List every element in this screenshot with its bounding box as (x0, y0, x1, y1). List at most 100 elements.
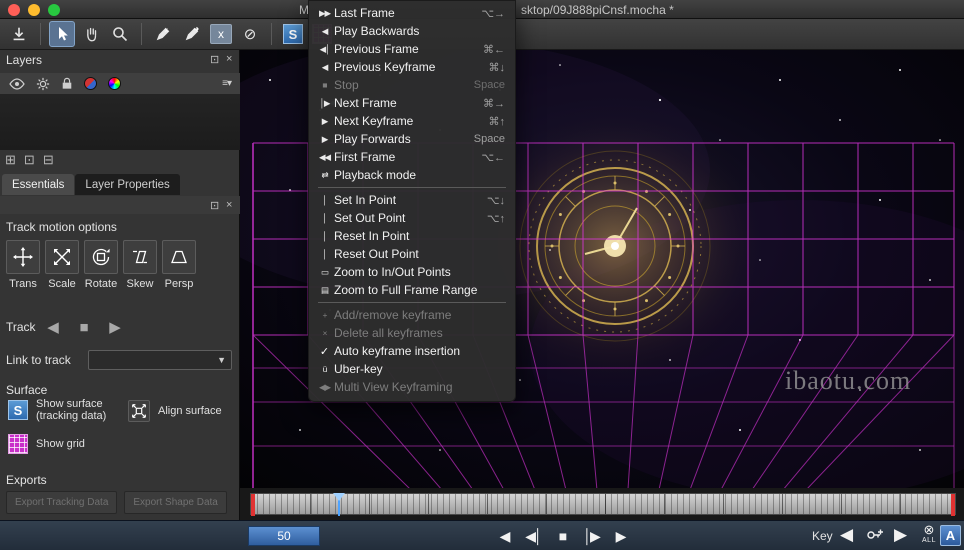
tab-layer-properties[interactable]: Layer Properties (75, 174, 180, 195)
show-surface-button[interactable]: S Show surface (tracking data) (8, 398, 106, 422)
layer-color-icon[interactable] (84, 77, 97, 90)
next-frame-button[interactable]: │▶ (581, 524, 601, 548)
stop-button[interactable]: ■ (552, 524, 572, 548)
menu-item-play-forwards[interactable]: ▶ Play Forwards Space (309, 130, 515, 148)
menu-item-next-keyframe[interactable]: ▶ Next Keyframe ⌘↑ (309, 112, 515, 130)
previous-frame-button[interactable]: ◀│ (523, 524, 543, 548)
layers-panel-header: Layers ⊡ × (0, 50, 239, 72)
out-point-marker[interactable] (951, 494, 955, 516)
menu-item-uber-key[interactable]: ü Uber-key (309, 360, 515, 378)
select-tool-button[interactable] (49, 21, 75, 47)
menu-item-set-in-point[interactable]: │ Set In Point ⌥↓ (309, 191, 515, 209)
current-frame-field[interactable]: 50 (248, 526, 320, 546)
close-panel-icon[interactable]: × (226, 199, 232, 211)
track-forwards-button[interactable]: ▶ (104, 316, 126, 338)
menu-item-zoom-to-in-out-points[interactable]: ▭ Zoom to In/Out Points (309, 263, 515, 281)
track-buttons: ◀ ■ ▶ (42, 316, 126, 338)
export-tracking-data-button[interactable]: Export Tracking Data (6, 491, 118, 514)
minimize-window-button[interactable] (28, 3, 40, 16)
stop-tracking-button[interactable]: ■ (73, 316, 95, 338)
close-window-button[interactable] (8, 3, 20, 16)
in-point-marker[interactable] (251, 494, 255, 516)
tab-essentials[interactable]: Essentials (2, 174, 75, 195)
transport-bar: 50 ◀ ◀│ ■ │▶ ▶ Key ◀ ▶ ⊗ ALL A (0, 520, 964, 550)
motion-tool-label: Scale (48, 278, 76, 290)
lock-icon[interactable] (61, 76, 73, 91)
menu-item-play-backwards[interactable]: ◀ Play Backwards (309, 22, 515, 40)
show-grid-button[interactable]: Show grid (8, 434, 85, 454)
x-box-icon: x (210, 24, 232, 44)
panel-tabs: Essentials Layer Properties (2, 174, 180, 195)
track-motion-tools: Trans Scale Rotate Skew Persp (6, 240, 196, 290)
zoom-window-button[interactable] (48, 3, 60, 16)
align-surface-button[interactable]: Align surface (128, 400, 222, 422)
menu-item-last-frame[interactable]: ▶▶ Last Frame ⌥→ (309, 4, 515, 22)
delete-point-pen-button[interactable]: x (150, 21, 176, 47)
layer-actions: ⊞ ⊡ ⊟ (5, 152, 54, 168)
menu-item-first-frame[interactable]: ◀◀ First Frame ⌥← (309, 148, 515, 166)
new-layer-group-icon[interactable]: ⊞ (5, 152, 16, 168)
cursor-icon (59, 27, 68, 41)
show-surface-label-line2: (tracking data) (36, 410, 107, 422)
motion-tool-label: Persp (164, 278, 194, 290)
export-shape-data-button[interactable]: Export Shape Data (124, 491, 227, 514)
pan-tool-button[interactable] (78, 21, 104, 47)
layer-filter-icon[interactable]: ≡▾ (222, 78, 232, 89)
window-title-fragment-right: sktop/09J888piCnsf.mocha * (521, 3, 674, 17)
menu-item-reset-out-point[interactable]: │ Reset Out Point (309, 245, 515, 263)
menu-item-set-out-point[interactable]: │ Set Out Point ⌥↑ (309, 209, 515, 227)
export-project-button[interactable] (6, 21, 32, 47)
menu-item-previous-keyframe[interactable]: ◀ Previous Keyframe ⌘↓ (309, 58, 515, 76)
menu-item-reset-in-point[interactable]: │ Reset In Point (309, 227, 515, 245)
zoom-tool-button[interactable] (107, 21, 133, 47)
layer-list[interactable] (0, 94, 240, 150)
set-out-point-icon: │ (322, 213, 327, 223)
play-forwards-button[interactable]: ▶ (610, 524, 630, 548)
playhead-marker[interactable] (333, 493, 345, 516)
rotate-motion-button[interactable] (84, 240, 118, 274)
next-keyframe-icon: ▶ (321, 115, 329, 126)
surface-label: Surface (6, 383, 48, 397)
skew-motion-button[interactable] (123, 240, 157, 274)
show-surface-toolbar-button[interactable]: S (280, 21, 306, 47)
color-wheel-icon[interactable] (108, 77, 121, 90)
skew-icon (133, 250, 147, 264)
menu-item-playback-mode[interactable]: ⇄ Playback mode (309, 166, 515, 184)
surface-s-icon: S (8, 400, 28, 420)
float-panel-icon[interactable]: ⊡ (210, 199, 219, 212)
play-backwards-button[interactable]: ◀ (494, 524, 514, 548)
duplicate-layer-icon[interactable]: ⊡ (24, 152, 35, 168)
grid-icon (8, 434, 28, 454)
menu-item-next-frame[interactable]: │▶ Next Frame ⌘→ (309, 94, 515, 112)
menu-item-zoom-to-full-frame-range[interactable]: ▤ Zoom to Full Frame Range (309, 281, 515, 299)
rotate-icon (92, 248, 110, 266)
perspective-icon (171, 250, 187, 264)
playback-controls: ◀ ◀│ ■ │▶ ▶ (494, 524, 630, 548)
previous-keyframe-button[interactable]: ◀ (840, 525, 853, 545)
all-keyframes-button[interactable]: ⊗ ALL (918, 523, 940, 545)
track-backwards-button[interactable]: ◀ (42, 316, 64, 338)
motion-tool-label: Skew (126, 278, 154, 290)
auto-keyframe-toggle[interactable]: A (940, 525, 961, 546)
scale-motion-button[interactable] (45, 240, 79, 274)
delete-x-tool-button[interactable]: x (208, 21, 234, 47)
pen-arrow-icon (185, 26, 199, 41)
delete-layer-icon[interactable]: ⊟ (43, 152, 54, 168)
next-keyframe-button[interactable]: ▶ (894, 525, 907, 545)
add-point-pen-button[interactable] (179, 21, 205, 47)
gear-icon[interactable] (36, 77, 50, 91)
pen-x-icon: x (156, 27, 170, 41)
close-panel-icon[interactable]: × (226, 53, 232, 65)
previous-frame-icon: ◀│ (319, 43, 331, 54)
add-keyframe-button[interactable] (866, 527, 884, 543)
menu-item-auto-keyframe-insertion[interactable]: ✓ Auto keyframe insertion (309, 342, 515, 360)
link-to-track-select[interactable]: ▼ (88, 350, 232, 370)
timeline-ruler[interactable] (250, 493, 956, 516)
perspective-motion-button[interactable] (162, 240, 196, 274)
motion-tool-label: Rotate (84, 278, 118, 290)
visibility-eye-icon[interactable] (9, 77, 25, 90)
float-panel-icon[interactable]: ⊡ (210, 53, 219, 66)
disable-tool-button[interactable]: ⊘ (237, 21, 263, 47)
translation-motion-button[interactable] (6, 240, 40, 274)
menu-item-previous-frame[interactable]: ◀│ Previous Frame ⌘← (309, 40, 515, 58)
